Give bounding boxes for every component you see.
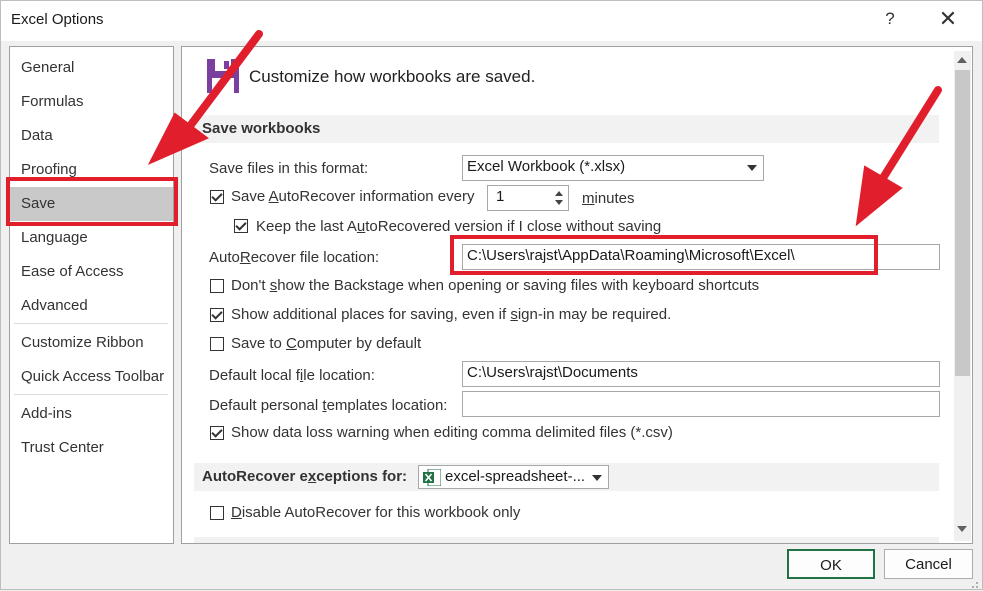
arrow-icon xyxy=(879,86,942,182)
arrow-icon xyxy=(186,30,263,130)
arrow-head-icon xyxy=(855,165,903,227)
annotation-arrows xyxy=(147,30,942,227)
